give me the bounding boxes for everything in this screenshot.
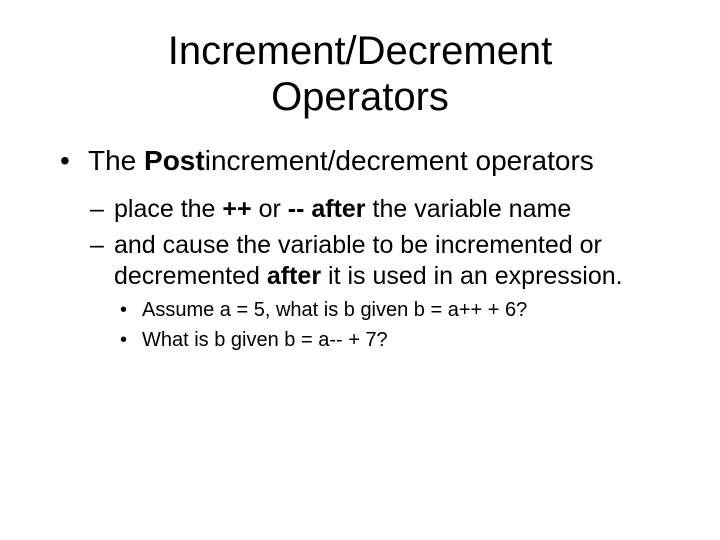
title-line-2: Operators [271, 75, 449, 119]
text-bold: after [304, 195, 365, 223]
text-fragment: the variable name [366, 195, 572, 223]
text-fragment: increment/decrement operators [205, 145, 594, 176]
text-fragment: or [252, 195, 288, 223]
bullet-dot-icon: • [60, 144, 88, 178]
text-bold: ++ [222, 195, 251, 223]
bullet-level3-text: What is b given b = a-- + 7? [142, 327, 660, 353]
dash-icon: – [90, 194, 114, 225]
bullet-dot-icon: • [120, 297, 142, 323]
bullet-level2: – place the ++ or -- after the variable … [90, 194, 660, 225]
bullet-level2-text: place the ++ or -- after the variable na… [114, 194, 660, 225]
title-line-1: Increment/Decrement [168, 29, 553, 73]
text-fragment: place the [114, 195, 222, 223]
bullet-level3-text: Assume a = 5, what is b given b = a++ + … [142, 297, 660, 323]
text-fragment: it is used in an expression. [321, 262, 623, 290]
slide: Increment/Decrement Operators • The Post… [0, 0, 720, 540]
dash-icon: – [90, 230, 114, 291]
bullet-level2: – and cause the variable to be increment… [90, 230, 660, 291]
bullet-level2-text: and cause the variable to be incremented… [114, 230, 660, 291]
slide-title: Increment/Decrement Operators [60, 28, 660, 120]
text-bold: after [267, 262, 321, 290]
bullet-level1: • The Postincrement/decrement operators [60, 144, 660, 178]
bullet-level1-text: The Postincrement/decrement operators [88, 144, 660, 178]
text-bold: -- [288, 195, 305, 223]
bullet-dot-icon: • [120, 327, 142, 353]
text-fragment: The [88, 145, 144, 176]
bullet-level3: • What is b given b = a-- + 7? [120, 327, 660, 353]
text-bold: Post [144, 145, 205, 176]
bullet-level3: • Assume a = 5, what is b given b = a++ … [120, 297, 660, 323]
